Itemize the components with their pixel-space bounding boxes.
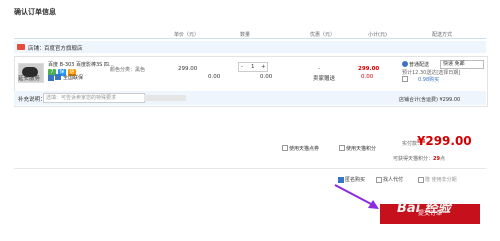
qty-minus-button[interactable]: - [241, 63, 243, 71]
watermark: Bai 经验 [397, 201, 451, 216]
points-unit: 点 [439, 156, 445, 162]
insurance-label: 0.98购买 [418, 77, 440, 83]
service-subtotal: 0.00 [361, 74, 374, 80]
shop-total-label: 店铺合计(含运费) ¥299.00 [399, 96, 460, 103]
product-title-link[interactable]: 百度 B-303 百度影棒3S 四... [48, 61, 114, 68]
shop-name-link[interactable]: 百度官方旗舰店 [44, 44, 83, 52]
use-tmall-points-label: 使用天猫点券 [289, 146, 320, 152]
item-subtotal: 299.00 [358, 66, 380, 72]
shop-label: 店铺： [28, 46, 45, 52]
shipping-radio[interactable] [402, 61, 408, 67]
use-tmall-credits-checkbox[interactable] [339, 145, 345, 151]
footer-divider [14, 168, 486, 169]
points-label: 可获得天猫积分： [393, 156, 434, 162]
header-divider [14, 38, 486, 39]
points-value: 29 [433, 156, 440, 162]
qty-plus-button[interactable]: + [261, 63, 266, 71]
quantity-stepper[interactable]: - 1 + [238, 62, 268, 72]
anonymous-label: 匿名购买 [345, 177, 366, 183]
installment-label: 隆 使用非分期 [425, 177, 457, 183]
service-name: 全国联保 [63, 75, 84, 81]
shop-icon [17, 44, 25, 50]
shop-total-value: ¥299.00 [439, 97, 461, 103]
shipping-select[interactable]: 快递 免邮 [440, 60, 484, 69]
insurance-checkbox[interactable] [402, 76, 408, 82]
service-price: 0.00 [208, 74, 221, 80]
product-attribute: 颜色分类：黑色 [110, 67, 146, 73]
service-label: 延长服务 [18, 76, 41, 82]
payment-total: ¥299.00 [417, 134, 472, 148]
col-qty: 数量 [240, 32, 251, 38]
shop-total-text: 店铺合计(含运费) [399, 97, 438, 103]
installment-checkbox[interactable] [418, 177, 424, 183]
service-checkbox[interactable] [48, 75, 54, 81]
unit-price: 299.00 [178, 66, 198, 72]
col-price: 单价（元） [174, 32, 200, 38]
proxy-pay-label: 找人代付 [383, 177, 404, 183]
shop-row [14, 41, 486, 53]
points-info: 可获得天猫积分：29点 [393, 155, 445, 162]
shipping-option-label: 普通配送 [409, 62, 430, 68]
arrow-pointer-icon [334, 184, 379, 209]
delivery-estimate[interactable]: 预计12.30送达[选择日期] [402, 69, 460, 76]
blurred-area [144, 95, 186, 101]
page-title: 确认订单信息 [14, 8, 56, 16]
col-subtotal: 小计(元) [368, 32, 387, 38]
use-tmall-credits-label: 使用天猫积分 [346, 146, 377, 152]
qty-value[interactable]: 1 [251, 63, 255, 71]
col-shipping: 配送方式 [432, 32, 453, 38]
service-price-2: 0.00 [260, 74, 273, 80]
use-tmall-points-checkbox[interactable] [282, 145, 288, 151]
item-discount: - [318, 66, 320, 72]
note-input[interactable]: 选填：可告诉卖家您的特殊要求 [43, 93, 145, 103]
service-source: 卖家赠送 [313, 76, 336, 82]
note-label: 补充说明： [18, 97, 46, 103]
warranty-icon [55, 74, 61, 80]
col-discount: 优惠（元） [310, 32, 336, 38]
